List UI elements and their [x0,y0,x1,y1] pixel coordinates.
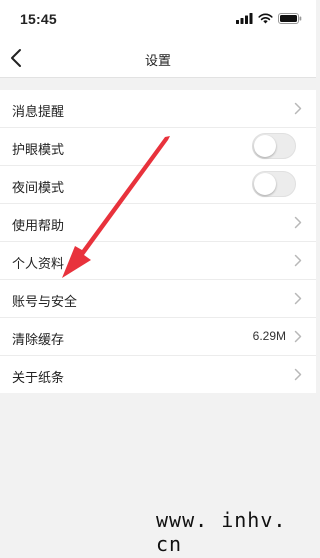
cache-size: 6.29M [252,329,286,343]
row-label: 夜间模式 [12,181,65,196]
row-label: 消息提醒 [12,105,65,120]
settings-row-account-security[interactable]: 账号与安全 [0,280,316,318]
eye-care-toggle[interactable] [252,133,296,159]
row-label: 清除缓存 [12,333,65,348]
settings-row-about[interactable]: 关于纸条 [0,356,316,393]
settings-list: 消息提醒 护眼模式 夜间模式 使用帮助 个人资料 账号与安全 清除缓存 6.29… [0,90,316,393]
toggle-knob [254,135,276,157]
row-label: 个人资料 [12,257,65,272]
chevron-right-icon [294,292,302,305]
chevron-right-icon [294,102,302,115]
status-time: 15:45 [20,11,57,27]
watermark: www. inhv. cn [156,508,287,556]
nav-bar: 设置 [0,40,316,78]
settings-row-help[interactable]: 使用帮助 [0,204,316,242]
chevron-right-icon [294,216,302,229]
toggle-knob [254,173,276,195]
status-icons [236,13,302,24]
page-title: 设置 [144,54,171,69]
settings-row-night-mode: 夜间模式 [0,166,316,204]
row-label: 使用帮助 [12,219,65,234]
settings-row-notifications[interactable]: 消息提醒 [0,90,316,128]
battery-icon [278,13,302,24]
cellular-signal-icon [236,13,253,24]
settings-row-profile[interactable]: 个人资料 [0,242,316,280]
chevron-right-icon [294,368,302,381]
status-bar: 15:45 [0,0,316,40]
settings-row-eye-care: 护眼模式 [0,128,316,166]
wifi-icon [258,13,273,24]
row-label: 账号与安全 [12,295,78,310]
chevron-right-icon [294,330,302,343]
row-label: 护眼模式 [12,143,65,158]
settings-row-clear-cache[interactable]: 清除缓存 6.29M [0,318,316,356]
night-mode-toggle[interactable] [252,171,296,197]
chevron-right-icon [294,254,302,267]
row-label: 关于纸条 [12,371,65,386]
